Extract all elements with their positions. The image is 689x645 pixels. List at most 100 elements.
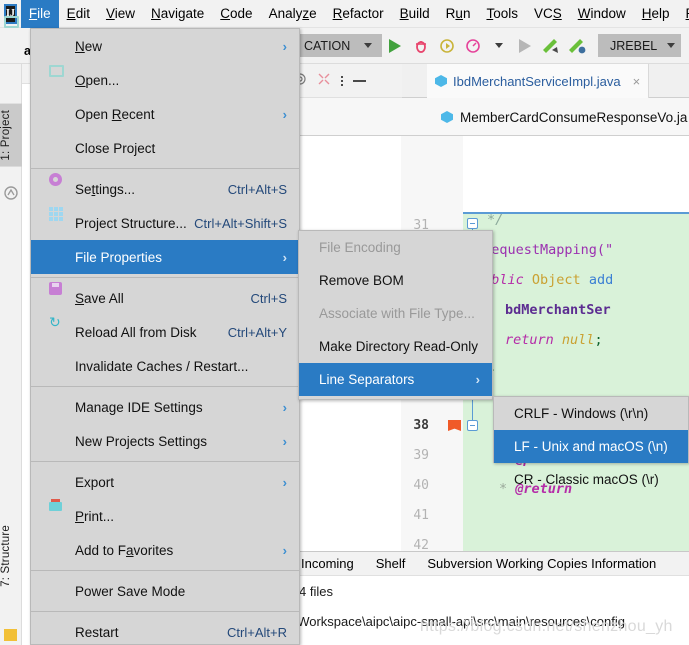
run-configuration-selector[interactable]: CATION <box>296 34 382 57</box>
menu-item-shortcut: Ctrl+S <box>250 290 287 306</box>
menu-item-export[interactable]: Export › <box>31 465 299 499</box>
menu-item-invalidate-caches-restart[interactable]: Invalidate Caches / Restart... <box>31 349 299 383</box>
menu-item-restart[interactable]: Restart Ctrl+Alt+R <box>31 615 299 645</box>
code-line-signature: public Object add <box>475 272 613 288</box>
editor-tab-membercardconsumeresponsevo[interactable]: MemberCardConsumeResponseVo.ja <box>441 102 687 132</box>
run-button[interactable] <box>382 33 408 59</box>
sidebar-item-project[interactable]: 1: Project <box>0 104 22 167</box>
menu-item-reload-all-from-disk[interactable]: ↻ Reload All from Disk Ctrl+Alt+Y <box>31 315 299 349</box>
menu-edit[interactable]: Edit <box>59 0 98 28</box>
debug-icon[interactable] <box>408 33 434 59</box>
maven-icon[interactable] <box>4 186 18 200</box>
menu-item-add-to-favorites[interactable]: Add to Favorites › <box>31 533 299 567</box>
menu-refactor[interactable]: Refactor <box>325 0 392 28</box>
hide-window-icon[interactable] <box>353 79 366 82</box>
chevron-right-icon: › <box>475 372 480 387</box>
menu-item-lf-unix-and-macos-n[interactable]: LF - Unix and macOS (\n) <box>494 430 688 463</box>
menu-item-line-separators[interactable]: Line Separators › <box>299 363 492 396</box>
menu-item-label: CRLF - Windows (\r\n) <box>514 406 649 421</box>
menu-window[interactable]: Window <box>570 0 634 28</box>
code-fold-icon[interactable] <box>467 218 478 229</box>
menu-item-make-directory-read-only[interactable]: Make Directory Read-Only <box>299 330 492 363</box>
menu-item-print[interactable]: Print... <box>31 499 299 533</box>
run-with-coverage-icon[interactable] <box>434 33 460 59</box>
menu-item-remove-bom[interactable]: Remove BOM <box>299 264 492 297</box>
menu-item-open[interactable]: Open... <box>31 63 299 97</box>
menu-item-label: New Projects Settings <box>75 433 208 449</box>
profiler-icon[interactable] <box>460 33 486 59</box>
collapse-all-icon[interactable] <box>317 72 331 89</box>
jrebel-debug-icon[interactable] <box>564 33 590 59</box>
sidebar-item-label: 1: Project <box>0 110 12 161</box>
menu-item-power-save-mode[interactable]: Power Save Mode <box>31 574 299 608</box>
menu-plugin[interactable]: Plugin <box>678 0 689 28</box>
editor-tab-row-secondary: MemberCardConsumeResponseVo.ja <box>289 98 689 136</box>
menu-help[interactable]: Help <box>634 0 678 28</box>
close-icon[interactable]: × <box>633 74 641 89</box>
menu-item-new-projects-settings[interactable]: New Projects Settings › <box>31 424 299 458</box>
java-class-icon <box>441 111 453 123</box>
database-icon[interactable] <box>4 629 17 641</box>
menu-item-label: Save All <box>75 290 124 306</box>
menu-item-crlf-windows-r-n[interactable]: CRLF - Windows (\r\n) <box>494 397 688 430</box>
menu-tools[interactable]: Tools <box>478 0 526 28</box>
left-tool-strip: 1: Project 7: Structure as <box>0 64 22 645</box>
menu-file[interactable]: File <box>20 0 59 28</box>
menu-item-label: LF - Unix and macOS (\n) <box>514 439 668 454</box>
menu-item-label: Export <box>75 474 115 490</box>
code-method: add <box>588 272 614 288</box>
menu-item-close-project[interactable]: Close Project <box>31 131 299 165</box>
menu-item-label: Add to Favorites <box>75 542 174 558</box>
folder-icon <box>49 65 64 77</box>
bookmark-icon[interactable] <box>448 420 461 431</box>
menu-item-label: Restart <box>75 624 119 640</box>
menu-item-open-recent[interactable]: Open Recent › <box>31 97 299 131</box>
menu-item-label: Manage IDE Settings <box>75 399 203 415</box>
menu-bar-items: File Edit View Navigate Code Analyze Refactor B… <box>20 0 689 28</box>
code-line: @RequestMapping(" <box>475 242 614 258</box>
jrebel-run-icon[interactable] <box>538 33 564 59</box>
menu-separator <box>31 570 299 571</box>
chevron-right-icon: › <box>282 106 287 122</box>
menu-vcs[interactable]: VCS <box>526 0 570 28</box>
menu-item-label: Close Project <box>75 140 156 156</box>
bottom-tab-subversion-working-copies-information[interactable]: Subversion Working Copies Information <box>427 556 656 571</box>
profiler-dropdown-icon[interactable] <box>486 33 512 59</box>
menu-code[interactable]: Code <box>212 0 260 28</box>
menu-analyze[interactable]: Analyze <box>261 0 325 28</box>
menu-item-label: Reload All from Disk <box>75 324 197 340</box>
file-properties-submenu[interactable]: File Encoding Remove BOM Associate with Fi… <box>298 230 493 400</box>
menu-navigate[interactable]: Navigate <box>143 0 212 28</box>
menu-view[interactable]: View <box>98 0 143 28</box>
menu-item-project-structure[interactable]: Project Structure... Ctrl+Alt+Shift+S <box>31 206 299 240</box>
menu-item-file-properties[interactable]: File Properties › <box>31 240 299 274</box>
attach-process-button[interactable] <box>512 33 538 59</box>
more-options-icon[interactable] <box>341 75 343 86</box>
bottom-tab-shelf[interactable]: Shelf <box>376 556 406 571</box>
menu-item-settings[interactable]: Settings... Ctrl+Alt+S <box>31 172 299 206</box>
menu-item-label: Project Structure... <box>75 215 187 231</box>
jrebel-selector[interactable]: JREBEL <box>598 34 682 57</box>
file-menu-dropdown[interactable]: New › Open... Open Recent › Close Project Sett… <box>30 28 300 645</box>
line-separators-submenu[interactable]: CRLF - Windows (\r\n) LF - Unix and macOS… <box>493 396 689 487</box>
sidebar-item-label: 7: Structure <box>0 525 12 587</box>
menu-separator <box>31 461 299 462</box>
code-fold-icon[interactable] <box>467 420 478 431</box>
menu-build[interactable]: Build <box>392 0 438 28</box>
menu-item-label: Print... <box>75 508 115 524</box>
sidebar-item-structure[interactable]: 7: Structure <box>0 519 22 593</box>
menu-item-cr-classic-macos-r[interactable]: CR - Classic macOS (\r) <box>494 463 688 496</box>
menu-item-label: Invalidate Caches / Restart... <box>75 358 249 374</box>
menu-separator <box>31 386 299 387</box>
menu-item-label: File Properties <box>75 249 163 265</box>
run-configuration-label: CATION <box>304 38 351 53</box>
bottom-tab-incoming[interactable]: Incoming <box>301 556 354 571</box>
menu-item-new[interactable]: New › <box>31 29 299 63</box>
menu-item-manage-ide-settings[interactable]: Manage IDE Settings › <box>31 390 299 424</box>
chevron-right-icon: › <box>282 433 287 449</box>
menu-run[interactable]: Run <box>438 0 479 28</box>
line-number: 40 <box>413 478 429 493</box>
menu-item-save-all[interactable]: Save All Ctrl+S <box>31 281 299 315</box>
editor-tab-ibdmerchantserviceimpl[interactable]: IbdMerchantServiceImpl.java × <box>427 64 650 98</box>
chevron-right-icon: › <box>282 249 287 265</box>
